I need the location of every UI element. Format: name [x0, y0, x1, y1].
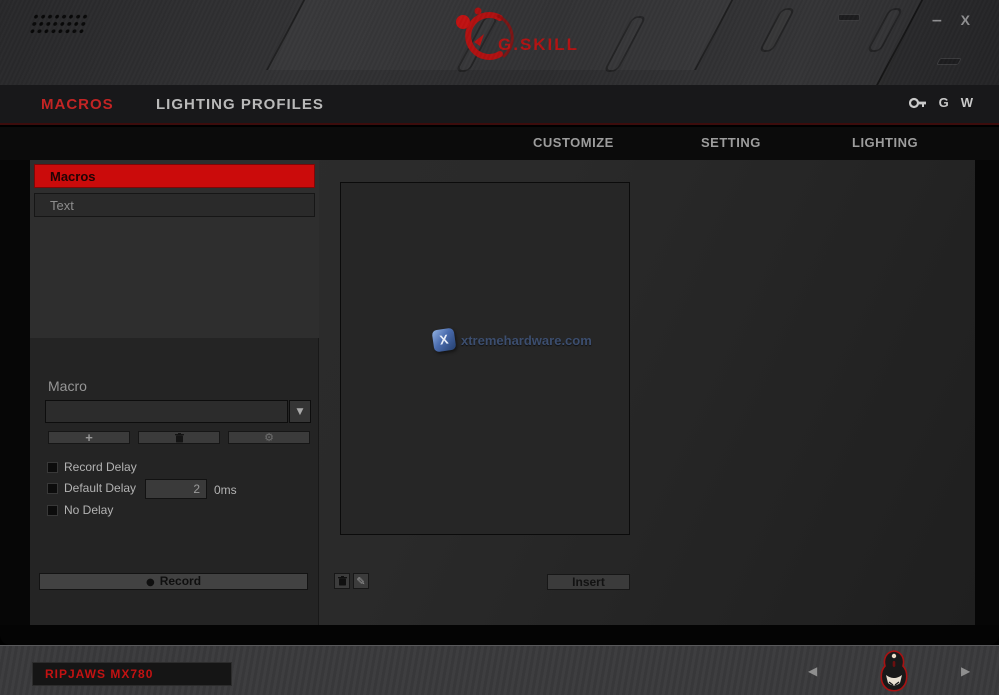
svg-text:G.SKILL: G.SKILL	[498, 35, 579, 54]
macro-sidebar: Macros Text Macro ▼ + ⚙ Recor	[30, 160, 319, 625]
footer-gap	[0, 625, 999, 645]
default-delay-label: Default Delay	[64, 481, 136, 495]
no-delay-row: No Delay	[47, 503, 113, 517]
header-facet	[868, 0, 999, 85]
plus-icon: +	[85, 433, 93, 443]
record-button[interactable]: ● Record	[39, 573, 308, 590]
tab-lighting[interactable]: LIGHTING	[852, 135, 918, 150]
device-name-badge: RIPJAWS MX780	[32, 662, 232, 686]
default-delay-checkbox[interactable]	[47, 483, 58, 494]
header-groove	[603, 16, 647, 72]
macro-section-label: Macro	[48, 378, 87, 394]
window-controls: − X	[926, 10, 977, 31]
header-groove	[758, 8, 795, 52]
header-vent	[936, 58, 962, 65]
minimize-button[interactable]: −	[926, 11, 950, 31]
watermark: X xtremehardware.com	[433, 329, 592, 351]
sub-tab-row: CUSTOMIZE SETTING LIGHTING	[0, 127, 999, 160]
trash-icon	[338, 576, 347, 586]
macro-type-list: Macros Text	[30, 160, 319, 338]
header-groove	[455, 16, 499, 72]
close-button[interactable]: X	[956, 10, 977, 30]
key-icon[interactable]	[909, 97, 927, 109]
nav-right-controls: G W	[909, 95, 973, 110]
speaker-grille	[27, 12, 88, 34]
sidebar-item-text[interactable]: Text	[34, 193, 315, 217]
no-delay-label: No Delay	[64, 503, 113, 517]
record-dot-icon: ●	[146, 577, 155, 588]
main-area: Macros Text Macro ▼ + ⚙ Recor	[0, 160, 999, 628]
next-device-arrow[interactable]: ▶	[961, 664, 970, 678]
trash-icon	[175, 433, 184, 443]
w-button[interactable]: W	[961, 95, 973, 110]
delete-macro-button[interactable]	[138, 431, 220, 444]
watermark-text: xtremehardware.com	[461, 333, 592, 348]
content-panel: Macros Text Macro ▼ + ⚙ Recor	[30, 160, 975, 625]
gskill-logo-icon: G.SKILL	[448, 4, 598, 70]
prev-device-arrow[interactable]: ◀	[808, 664, 817, 678]
gskill-app-window: { "window": { "minimize_label": "−", "cl…	[0, 0, 999, 695]
record-button-label: Record	[160, 574, 201, 588]
macro-event-list[interactable]: X xtremehardware.com	[340, 182, 630, 535]
sidebar-item-macros[interactable]: Macros	[34, 164, 315, 188]
record-delay-checkbox[interactable]	[47, 462, 58, 473]
mouse-device-icon[interactable]	[877, 649, 911, 693]
delay-unit-label: 0ms	[214, 483, 237, 497]
gear-icon: ⚙	[264, 432, 274, 443]
record-delay-row: Record Delay	[47, 460, 137, 474]
default-delay-input[interactable]	[145, 479, 207, 499]
add-macro-button[interactable]: +	[48, 431, 130, 444]
record-delay-label: Record Delay	[64, 460, 137, 474]
nav-tab-macros[interactable]: MACROS	[41, 96, 114, 113]
delete-event-button[interactable]	[334, 573, 350, 589]
device-footer: RIPJAWS MX780 ◀ ▶	[0, 645, 999, 695]
tab-setting[interactable]: SETTING	[701, 135, 761, 150]
no-delay-checkbox[interactable]	[47, 505, 58, 516]
main-navbar: MACROS LIGHTING PROFILES G W	[0, 85, 999, 125]
header-facet	[266, 0, 744, 70]
xtremehardware-logo-icon: X	[432, 328, 457, 353]
tab-customize[interactable]: CUSTOMIZE	[533, 135, 614, 150]
window-header: G.SKILL − X	[0, 0, 999, 85]
macro-select-dropdown[interactable]	[45, 400, 288, 423]
edit-event-button[interactable]: ✎	[353, 573, 369, 589]
nav-tab-lighting-profiles[interactable]: LIGHTING PROFILES	[156, 96, 324, 113]
pencil-icon: ✎	[356, 576, 365, 587]
dropdown-arrow-button[interactable]: ▼	[289, 400, 311, 423]
g-button[interactable]: G	[939, 95, 949, 110]
default-delay-row: Default Delay	[47, 481, 136, 495]
header-vent	[838, 14, 860, 21]
insert-button[interactable]: Insert	[547, 574, 630, 590]
macro-settings-button[interactable]: ⚙	[228, 431, 310, 444]
header-groove	[866, 8, 903, 52]
